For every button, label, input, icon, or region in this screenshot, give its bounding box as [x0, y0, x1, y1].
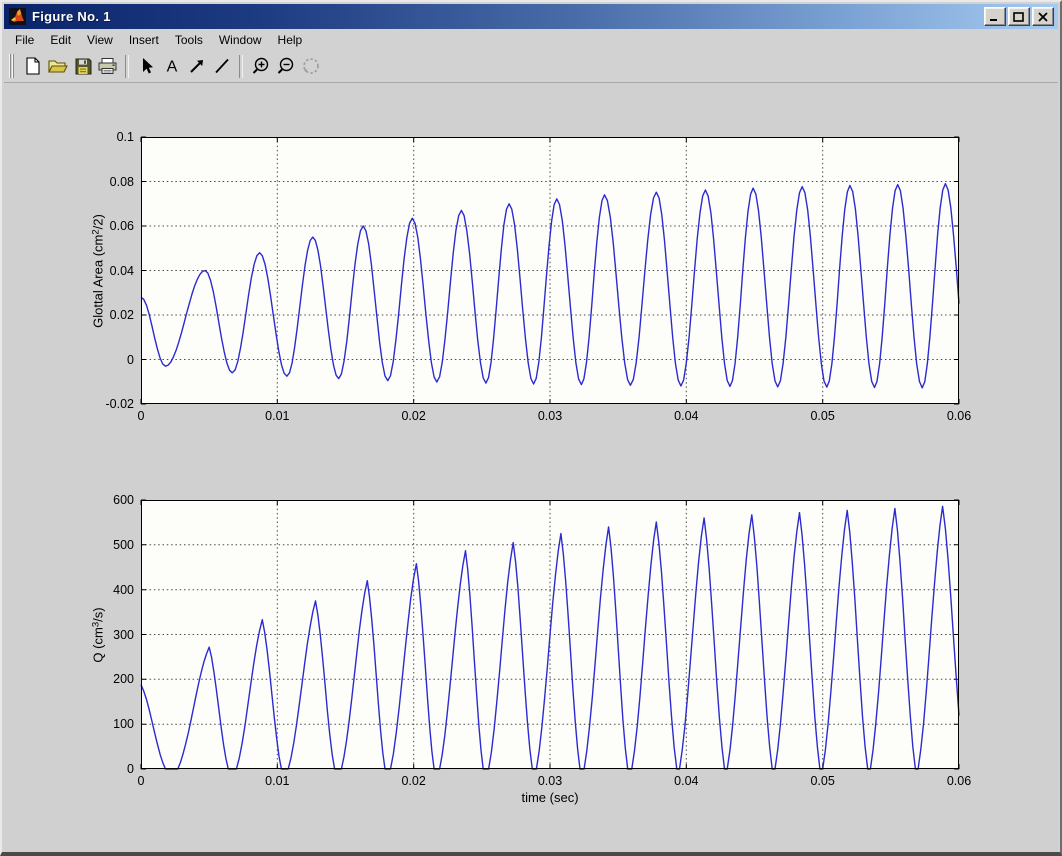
title-bar[interactable]: Figure No. 1 [4, 4, 1058, 29]
open-file-icon [47, 56, 68, 76]
y-tick-label: 200 [113, 672, 134, 686]
figure-canvas: Glottal Area (cm2/2) -0.0200.020.040.060… [4, 83, 1058, 852]
toolbar-gripper[interactable] [9, 54, 15, 78]
new-figure-icon [23, 56, 43, 76]
print-figure-button[interactable] [95, 54, 120, 79]
y-tick-label: 100 [113, 717, 134, 731]
toolbar: A [4, 50, 1058, 83]
menu-window[interactable]: Window [211, 30, 270, 50]
new-figure-button[interactable] [20, 54, 45, 79]
save-figure-icon [73, 56, 93, 76]
y-tick-label: 300 [113, 628, 134, 642]
x-tick-label: 0.03 [538, 409, 562, 423]
x-tick-label: 0.05 [810, 774, 834, 788]
x-tick-label: 0.01 [265, 409, 289, 423]
flow-ylabel: Q (cm3/s) [91, 607, 106, 662]
menu-bar: File Edit View Insert Tools Window Help [4, 29, 1058, 50]
y-tick-label: 0 [127, 762, 134, 776]
y-tick-label: 400 [113, 583, 134, 597]
x-tick-label: 0.02 [401, 409, 425, 423]
y-tick-label: 0.1 [117, 130, 134, 144]
grid-lines [141, 137, 959, 404]
zoom-in-icon [251, 56, 271, 76]
x-tick-label: 0.04 [674, 409, 698, 423]
rotate-3d-button[interactable] [298, 54, 323, 79]
pointer-button[interactable] [134, 54, 159, 79]
x-tick-label: 0.05 [810, 409, 834, 423]
y-tick-label: 0.06 [110, 219, 134, 233]
pointer-icon [138, 56, 156, 76]
x-tick-label: 0.02 [401, 774, 425, 788]
y-tick-label: 0.08 [110, 175, 134, 189]
glottal-area-plot: Glottal Area (cm2/2) -0.0200.020.040.060… [141, 137, 959, 404]
matlab-logo-icon [9, 8, 26, 25]
menu-help[interactable]: Help [270, 30, 311, 50]
time-xlabel: time (sec) [521, 790, 578, 805]
toolbar-separator [125, 55, 129, 78]
line-annotation-icon [212, 56, 232, 76]
plot-surface [141, 137, 959, 404]
flow-plot: Q (cm3/s) time (sec) 0100200300400500600… [141, 500, 959, 769]
x-tick-label: 0.03 [538, 774, 562, 788]
y-tick-label: 600 [113, 493, 134, 507]
arrow-annotation-button[interactable] [184, 54, 209, 79]
close-icon [1037, 12, 1049, 22]
x-tick-label: 0.06 [947, 409, 971, 423]
x-tick-label: 0 [138, 774, 145, 788]
x-tick-label: 0 [138, 409, 145, 423]
x-tick-label: 0.01 [265, 774, 289, 788]
y-tick-label: 0.02 [110, 308, 134, 322]
toolbar-separator [239, 55, 243, 78]
menu-edit[interactable]: Edit [42, 30, 79, 50]
svg-text:A: A [166, 59, 177, 76]
y-tick-label: 0.04 [110, 264, 134, 278]
zoom-in-button[interactable] [248, 54, 273, 79]
data-curve [141, 506, 959, 769]
window-controls [984, 7, 1054, 26]
close-button[interactable] [1032, 7, 1054, 26]
window-title: Figure No. 1 [32, 9, 984, 24]
save-figure-button[interactable] [70, 54, 95, 79]
text-annotation-button[interactable]: A [159, 54, 184, 79]
y-tick-label: 500 [113, 538, 134, 552]
open-file-button[interactable] [45, 54, 70, 79]
glottal-area-ylabel: Glottal Area (cm2/2) [91, 214, 106, 328]
zoom-out-button[interactable] [273, 54, 298, 79]
figure-window: Figure No. 1 File Edit View Insert Tools… [0, 0, 1062, 856]
menu-insert[interactable]: Insert [121, 30, 167, 50]
y-tick-label: -0.02 [106, 397, 135, 411]
arrow-annotation-icon [187, 56, 207, 76]
x-tick-label: 0.04 [674, 774, 698, 788]
rotate-3d-icon [301, 56, 321, 76]
menu-file[interactable]: File [7, 30, 42, 50]
minimize-button[interactable] [984, 7, 1006, 26]
line-annotation-button[interactable] [209, 54, 234, 79]
x-tick-label: 0.06 [947, 774, 971, 788]
y-tick-label: 0 [127, 353, 134, 367]
menu-tools[interactable]: Tools [167, 30, 211, 50]
minimize-icon [989, 12, 1001, 22]
print-figure-icon [97, 56, 118, 76]
maximize-icon [1013, 12, 1025, 22]
zoom-out-icon [276, 56, 296, 76]
maximize-button[interactable] [1008, 7, 1030, 26]
menu-view[interactable]: View [79, 30, 121, 50]
plot-surface [141, 500, 959, 769]
text-annotation-icon: A [163, 56, 181, 76]
